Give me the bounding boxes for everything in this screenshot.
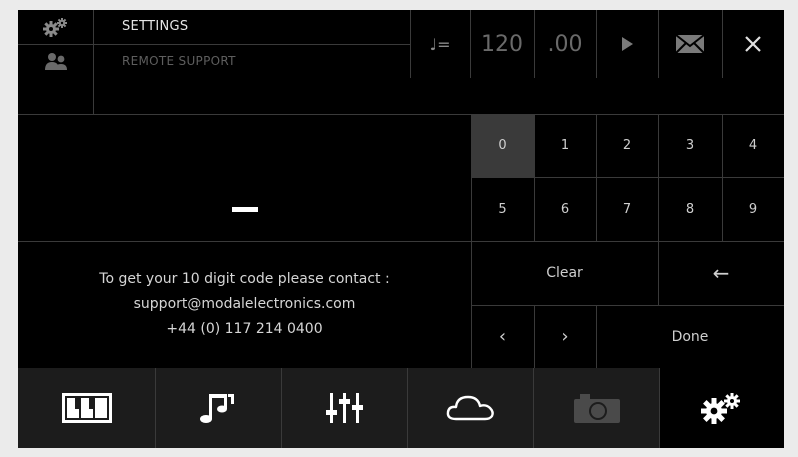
key-8[interactable]: 8 [658, 177, 722, 241]
clear-button[interactable]: Clear [471, 241, 658, 305]
play-icon[interactable] [596, 10, 658, 78]
code-display: - [18, 114, 471, 241]
tab-cloud[interactable] [408, 368, 534, 448]
key-0[interactable]: 0 [471, 114, 534, 177]
tempo-symbol: ♩= [429, 34, 451, 54]
key-4[interactable]: 4 [722, 114, 784, 177]
support-email: support@modalelectronics.com [133, 296, 356, 312]
key-1[interactable]: 1 [534, 114, 596, 177]
tempo-decimal[interactable]: .00 [534, 10, 596, 78]
page-title: SETTINGS [122, 19, 189, 34]
tab-keyboard[interactable] [18, 368, 156, 448]
mixer-sliders-icon [325, 393, 363, 423]
key-9[interactable]: 9 [722, 177, 784, 241]
piano-keys-icon [61, 393, 112, 423]
cloud-icon [446, 395, 494, 421]
code-placeholder-dash [232, 207, 258, 212]
close-icon[interactable] [722, 10, 784, 78]
users-icon [18, 44, 93, 78]
camera-icon [573, 394, 620, 423]
support-info: To get your 10 digit code please contact… [18, 241, 471, 368]
support-info-line1: To get your 10 digit code please contact… [99, 271, 390, 287]
music-notes-icon [199, 394, 234, 423]
tab-settings[interactable] [660, 368, 784, 448]
settings-gears-icon[interactable] [18, 10, 93, 44]
mail-icon[interactable] [658, 10, 722, 78]
tab-mixer[interactable] [282, 368, 408, 448]
key-5[interactable]: 5 [471, 177, 534, 241]
done-button[interactable]: Done [596, 305, 784, 368]
key-7[interactable]: 7 [596, 177, 658, 241]
cursor-left-button[interactable]: ‹ [471, 305, 534, 368]
tab-camera[interactable] [534, 368, 660, 448]
page-subtitle: REMOTE SUPPORT [122, 54, 236, 68]
tempo-integer[interactable]: 120 [470, 10, 534, 78]
cursor-right-button[interactable]: › [534, 305, 596, 368]
settings-gears-icon [701, 393, 740, 424]
device-screen: SETTINGS ♩= 120 .00 REMOTE SUPPORT 0 1 2… [18, 10, 784, 448]
support-phone: +44 (0) 117 214 0400 [166, 321, 323, 337]
tab-sequencer[interactable] [156, 368, 282, 448]
backspace-button[interactable]: ← [658, 241, 784, 305]
key-6[interactable]: 6 [534, 177, 596, 241]
key-3[interactable]: 3 [658, 114, 722, 177]
key-2[interactable]: 2 [596, 114, 658, 177]
